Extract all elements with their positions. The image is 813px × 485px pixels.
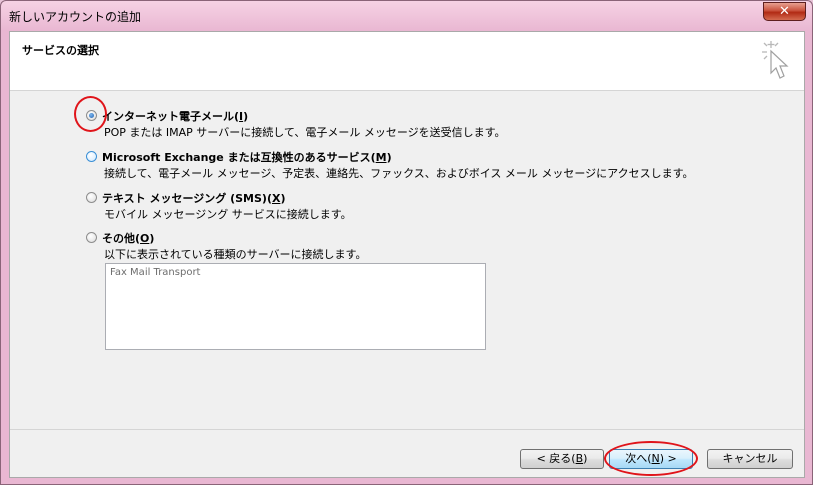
list-item[interactable]: Fax Mail Transport <box>110 267 200 278</box>
title-bar[interactable]: 新しいアカウントの追加 ✕ <box>1 1 812 31</box>
other-label[interactable]: その他(O) <box>102 230 154 246</box>
sms-label[interactable]: テキスト メッセージング (SMS)(X) <box>102 190 286 206</box>
sms-description: モバイル メッセージング サービスに接続します。 <box>104 208 352 221</box>
dialog-body: サービスの選択 インターネット電子メール(I) POP または IMAP サーバ… <box>9 31 805 478</box>
close-button[interactable]: ✕ <box>763 2 806 21</box>
close-icon: ✕ <box>779 4 790 19</box>
footer-divider <box>10 429 804 430</box>
exchange-description: 接続して、電子メール メッセージ、予定表、連絡先、ファックス、およびボイス メー… <box>104 167 694 180</box>
highlight-circle-radio <box>74 96 107 132</box>
wizard-header: サービスの選択 <box>10 32 804 91</box>
page-title: サービスの選択 <box>22 44 99 57</box>
wizard-sparkle-cursor-icon <box>762 41 789 79</box>
highlight-circle-next <box>604 441 698 476</box>
internet-email-label[interactable]: インターネット電子メール(I) <box>102 108 248 124</box>
add-account-dialog: 新しいアカウントの追加 ✕ サービスの選択 インターネット電子メール(I) PO… <box>0 0 813 485</box>
sms-radio[interactable] <box>86 192 97 203</box>
back-button[interactable]: < 戻る(B) <box>520 449 604 469</box>
other-server-listbox[interactable]: Fax Mail Transport <box>105 263 486 350</box>
internet-email-description: POP または IMAP サーバーに接続して、電子メール メッセージを送受信しま… <box>104 126 506 139</box>
window-title: 新しいアカウントの追加 <box>9 10 142 24</box>
other-radio[interactable] <box>86 232 97 243</box>
exchange-radio[interactable] <box>86 151 97 162</box>
exchange-label[interactable]: Microsoft Exchange または互換性のあるサービス(M) <box>102 149 392 165</box>
other-description: 以下に表示されている種類のサーバーに接続します。 <box>104 248 367 261</box>
cancel-button[interactable]: キャンセル <box>707 449 793 469</box>
